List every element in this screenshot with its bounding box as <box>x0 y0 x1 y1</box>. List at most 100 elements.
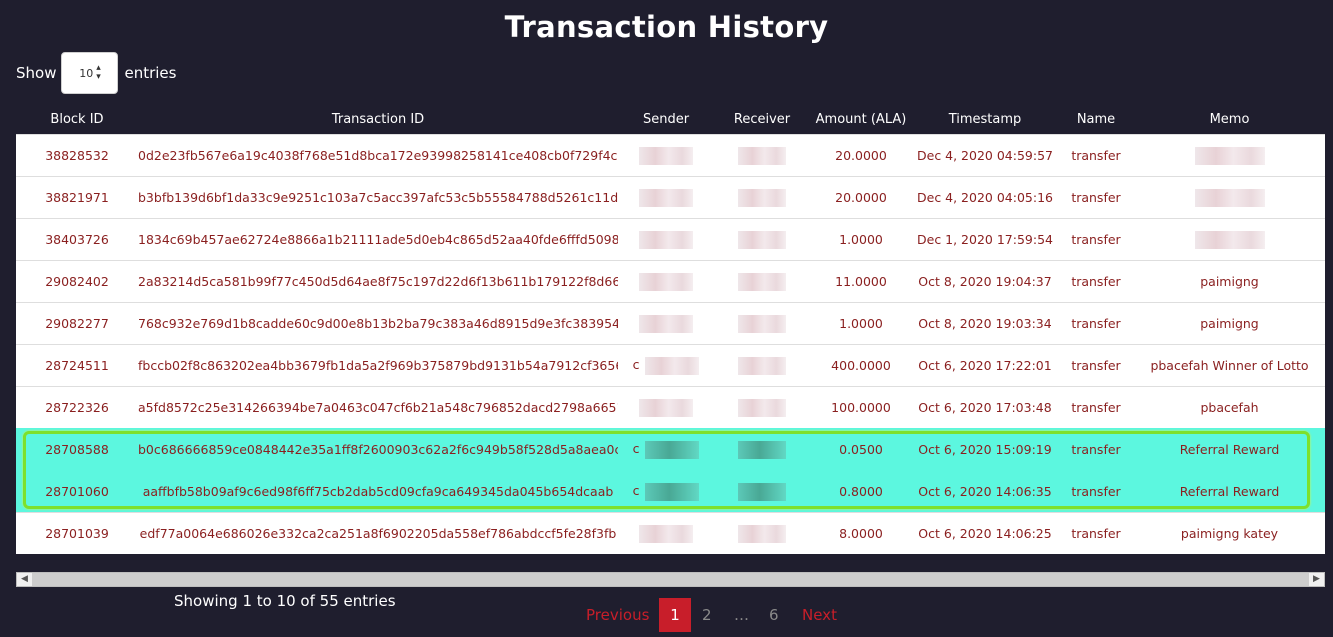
cell-block-id: 28708588 <box>16 428 138 471</box>
redacted-receiver-pixelation <box>738 146 786 165</box>
cell-transaction-id: aaffbfb58b09af9c6ed98f6ff75cb2dab5cd09cf… <box>138 470 618 513</box>
cell-name: transfer <box>1058 176 1134 219</box>
header-amount[interactable]: Amount (ALA) <box>810 104 912 135</box>
cell-sender <box>618 512 714 554</box>
cell-block-id: 28701060 <box>16 470 138 513</box>
cell-sender-text: c <box>632 357 640 372</box>
cell-memo <box>1134 134 1325 177</box>
cell-transaction-id: a5fd8572c25e314266394be7a0463c047cf6b21a… <box>138 386 618 429</box>
cell-sender <box>618 134 714 177</box>
table-row[interactable]: 28724511 fbccb02f8c863202ea4bb3679fb1da5a… <box>16 344 1325 387</box>
pagination-page-current[interactable]: 1 <box>659 598 691 632</box>
horizontal-scrollbar[interactable]: ◀ ▶ <box>16 572 1325 587</box>
table-row[interactable]: 29082277 768c932e769d1b8cadde60c9d00e8b13… <box>16 302 1325 345</box>
cell-transaction-id: 0d2e23fb567e6a19c4038f768e51d8bca172e939… <box>138 134 618 177</box>
cell-memo: Referral Reward <box>1134 428 1325 471</box>
cell-timestamp: Oct 6, 2020 17:03:48 <box>912 386 1058 429</box>
header-memo[interactable]: Memo <box>1134 104 1325 135</box>
cell-amount: 1.0000 <box>810 218 912 261</box>
table-row[interactable]: 28708588 b0c686666859ce0848442e35a1ff8f26… <box>16 428 1325 471</box>
redacted-receiver-pixelation <box>738 356 786 375</box>
redacted-sender-pixelation <box>639 314 693 333</box>
cell-receiver <box>714 302 810 345</box>
cell-amount: 20.0000 <box>810 176 912 219</box>
redacted-memo-pixelation <box>1194 146 1265 165</box>
cell-memo: pbacefah <box>1134 386 1325 429</box>
redacted-sender-pixelation <box>645 440 700 459</box>
pagination: Previous 1 2 … 6 Next <box>0 598 1333 632</box>
cell-sender-text: c <box>632 483 640 498</box>
header-sender[interactable]: Sender <box>618 104 714 135</box>
page-title: Transaction History <box>504 10 829 44</box>
redacted-receiver-pixelation <box>738 482 786 501</box>
cell-amount: 1.0000 <box>810 302 912 345</box>
cell-block-id: 28722326 <box>16 386 138 429</box>
table-row[interactable]: 29082402 2a83214d5ca581b99f77c450d5d64ae8… <box>16 260 1325 303</box>
cell-sender: c <box>618 344 714 387</box>
cell-transaction-id: 2a83214d5ca581b99f77c450d5d64ae8f75c197d… <box>138 260 618 303</box>
cell-transaction-id: b3bfb139d6bf1da33c9e9251c103a7c5acc397af… <box>138 176 618 219</box>
redacted-receiver-pixelation <box>738 230 786 249</box>
cell-sender <box>618 260 714 303</box>
cell-memo: pbacefah Winner of Lotto <box>1134 344 1325 387</box>
table-row[interactable]: 28701060 aaffbfb58b09af9c6ed98f6ff75cb2da… <box>16 470 1325 513</box>
cell-amount: 8.0000 <box>810 512 912 554</box>
redacted-sender-pixelation <box>639 188 693 207</box>
cell-timestamp: Oct 8, 2020 19:03:34 <box>912 302 1058 345</box>
cell-sender: c <box>618 470 714 513</box>
table-row[interactable]: 28701039 edf77a0064e686026e332ca2ca251a8f… <box>16 512 1325 554</box>
header-block-id[interactable]: Block ID <box>16 104 138 135</box>
cell-timestamp: Dec 1, 2020 17:59:54 <box>912 218 1058 261</box>
pagination-page-2[interactable]: 2 <box>702 598 712 632</box>
cell-transaction-id: fbccb02f8c863202ea4bb3679fb1da5a2f969b37… <box>138 344 618 387</box>
cell-name: transfer <box>1058 386 1134 429</box>
table-row[interactable]: 38821971 b3bfb139d6bf1da33c9e9251c103a7c5… <box>16 176 1325 219</box>
table-row[interactable]: 28722326 a5fd8572c25e314266394be7a0463c04… <box>16 386 1325 429</box>
cell-sender <box>618 386 714 429</box>
header-receiver[interactable]: Receiver <box>714 104 810 135</box>
cell-timestamp: Dec 4, 2020 04:59:57 <box>912 134 1058 177</box>
cell-block-id: 38821971 <box>16 176 138 219</box>
entries-length-control: Show 10 ▴ ▾ entries <box>16 52 176 94</box>
header-timestamp[interactable]: Timestamp <box>912 104 1058 135</box>
cell-block-id: 29082402 <box>16 260 138 303</box>
cell-block-id: 28701039 <box>16 512 138 554</box>
cell-transaction-id: 1834c69b457ae62724e8866a1b21111ade5d0eb4… <box>138 218 618 261</box>
redacted-receiver-pixelation <box>738 272 786 291</box>
cell-block-id: 38403726 <box>16 218 138 261</box>
scroll-right-icon[interactable]: ▶ <box>1309 573 1324 586</box>
pagination-previous[interactable]: Previous <box>586 598 649 632</box>
table-row[interactable]: 38828532 0d2e23fb567e6a19c4038f768e51d8bc… <box>16 134 1325 177</box>
redacted-memo-pixelation <box>1194 188 1265 207</box>
entries-select[interactable]: 10 ▴ ▾ <box>61 52 119 94</box>
pagination-ellipsis: … <box>734 606 749 624</box>
pagination-next[interactable]: Next <box>802 598 837 632</box>
cell-amount: 100.0000 <box>810 386 912 429</box>
cell-timestamp: Dec 4, 2020 04:05:16 <box>912 176 1058 219</box>
cell-block-id: 29082277 <box>16 302 138 345</box>
redacted-memo-pixelation <box>1194 230 1265 249</box>
cell-memo <box>1134 176 1325 219</box>
entries-select-value: 10 <box>79 66 94 80</box>
entries-label: entries <box>124 64 177 82</box>
cell-receiver <box>714 260 810 303</box>
table-row[interactable]: 38403726 1834c69b457ae62724e8866a1b21111a… <box>16 218 1325 261</box>
cell-receiver <box>714 428 810 471</box>
scroll-left-icon[interactable]: ◀ <box>17 573 32 586</box>
header-transaction-id[interactable]: Transaction ID <box>138 104 618 135</box>
cell-sender: c <box>618 428 714 471</box>
cell-receiver <box>714 386 810 429</box>
cell-receiver <box>714 134 810 177</box>
cell-timestamp: Oct 6, 2020 14:06:25 <box>912 512 1058 554</box>
select-arrows-icon: ▴ ▾ <box>96 63 101 82</box>
redacted-receiver-pixelation <box>738 398 786 417</box>
cell-memo <box>1134 218 1325 261</box>
cell-sender <box>618 302 714 345</box>
redacted-sender-pixelation <box>639 272 693 291</box>
header-name[interactable]: Name <box>1058 104 1134 135</box>
cell-receiver <box>714 470 810 513</box>
cell-memo: paimigng <box>1134 302 1325 345</box>
pagination-page-last[interactable]: 6 <box>769 598 779 632</box>
cell-memo: Referral Reward <box>1134 470 1325 513</box>
redacted-sender-pixelation <box>639 146 693 165</box>
